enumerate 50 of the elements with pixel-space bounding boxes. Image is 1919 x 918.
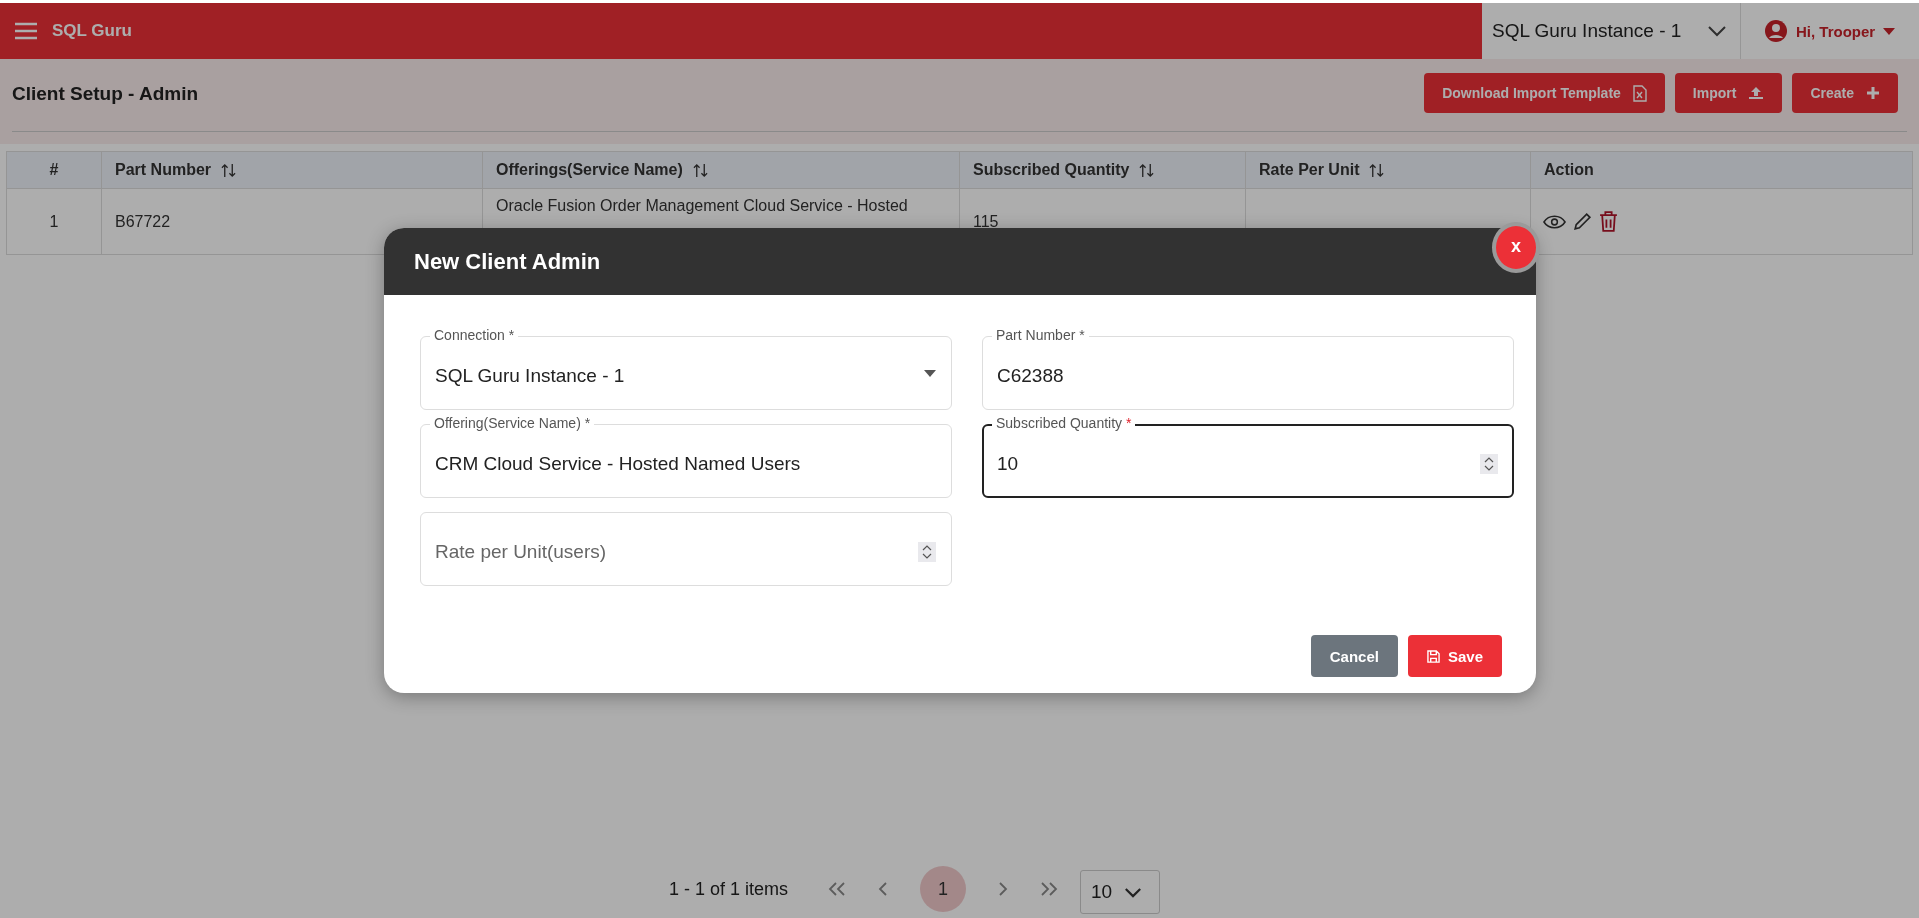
spinner-icon[interactable] xyxy=(918,542,936,562)
column-header: Rate Per Unit xyxy=(1246,152,1531,189)
page-title: Client Setup - Admin xyxy=(12,83,199,105)
table-cell: 1 xyxy=(49,212,59,231)
dialog-title: New Client Admin xyxy=(414,248,601,275)
plus-icon xyxy=(1866,86,1880,100)
excel-file-icon xyxy=(1632,84,1647,102)
previous-page-icon[interactable] xyxy=(878,882,889,896)
spinner-icon[interactable] xyxy=(1480,454,1498,474)
page-button[interactable]: 1 xyxy=(920,866,967,912)
sort-icon[interactable] xyxy=(221,162,237,178)
field-label: Part Number * xyxy=(992,327,1089,343)
column-header: Offerings(Service Name) xyxy=(483,152,960,189)
field-label: Offering(Service Name) * xyxy=(430,415,595,431)
download-button[interactable]: Download Import Template xyxy=(1424,73,1665,113)
column-header: # xyxy=(7,152,102,189)
create-button[interactable]: Create xyxy=(1792,73,1898,113)
trash-icon[interactable] xyxy=(1599,211,1618,232)
user-menu[interactable]: Hi, Trooper xyxy=(1741,3,1919,59)
last-page-icon[interactable] xyxy=(1040,882,1059,896)
column-header: Subscribed Quantity xyxy=(960,152,1246,189)
first-page-icon[interactable] xyxy=(828,882,847,896)
upload-icon xyxy=(1748,86,1765,100)
next-page-icon[interactable] xyxy=(998,882,1009,896)
user-icon xyxy=(1764,19,1788,43)
import-button[interactable]: Import xyxy=(1674,73,1783,113)
column-header: Part Number xyxy=(102,152,483,189)
pagination-summary: 1 - 1 of 1 items xyxy=(668,878,789,900)
table-cell: 115 xyxy=(973,212,999,231)
caret-icon xyxy=(1883,27,1896,35)
sort-icon[interactable] xyxy=(1139,162,1155,178)
cancel-button[interactable]: Cancel xyxy=(1310,635,1398,677)
column-header: Action xyxy=(1531,152,1913,189)
eye-icon[interactable] xyxy=(1543,213,1566,230)
save-button[interactable]: Save xyxy=(1407,635,1502,677)
input-field[interactable]: Rate per Unit(users) xyxy=(420,512,952,586)
page-size-select[interactable]: 10 xyxy=(1080,870,1161,914)
caret-icon xyxy=(924,370,936,377)
chevron-down-icon xyxy=(1707,25,1728,37)
pencil-icon[interactable] xyxy=(1572,211,1593,232)
table-cell: Oracle Fusion Order Management Cloud Service - Hosted xyxy=(496,197,908,215)
field-label: Subscribed Quantity * xyxy=(992,415,1136,431)
chevron-down-icon xyxy=(1124,886,1143,898)
menu-icon[interactable] xyxy=(14,22,38,40)
sort-icon[interactable] xyxy=(692,162,708,178)
field-label: Connection * xyxy=(430,327,519,343)
app-name: SQL Guru xyxy=(52,21,132,41)
sort-icon[interactable] xyxy=(1369,162,1385,178)
table-cell: B67722 xyxy=(115,212,171,231)
instance-select[interactable]: SQL Guru Instance - 1 xyxy=(1482,3,1741,59)
